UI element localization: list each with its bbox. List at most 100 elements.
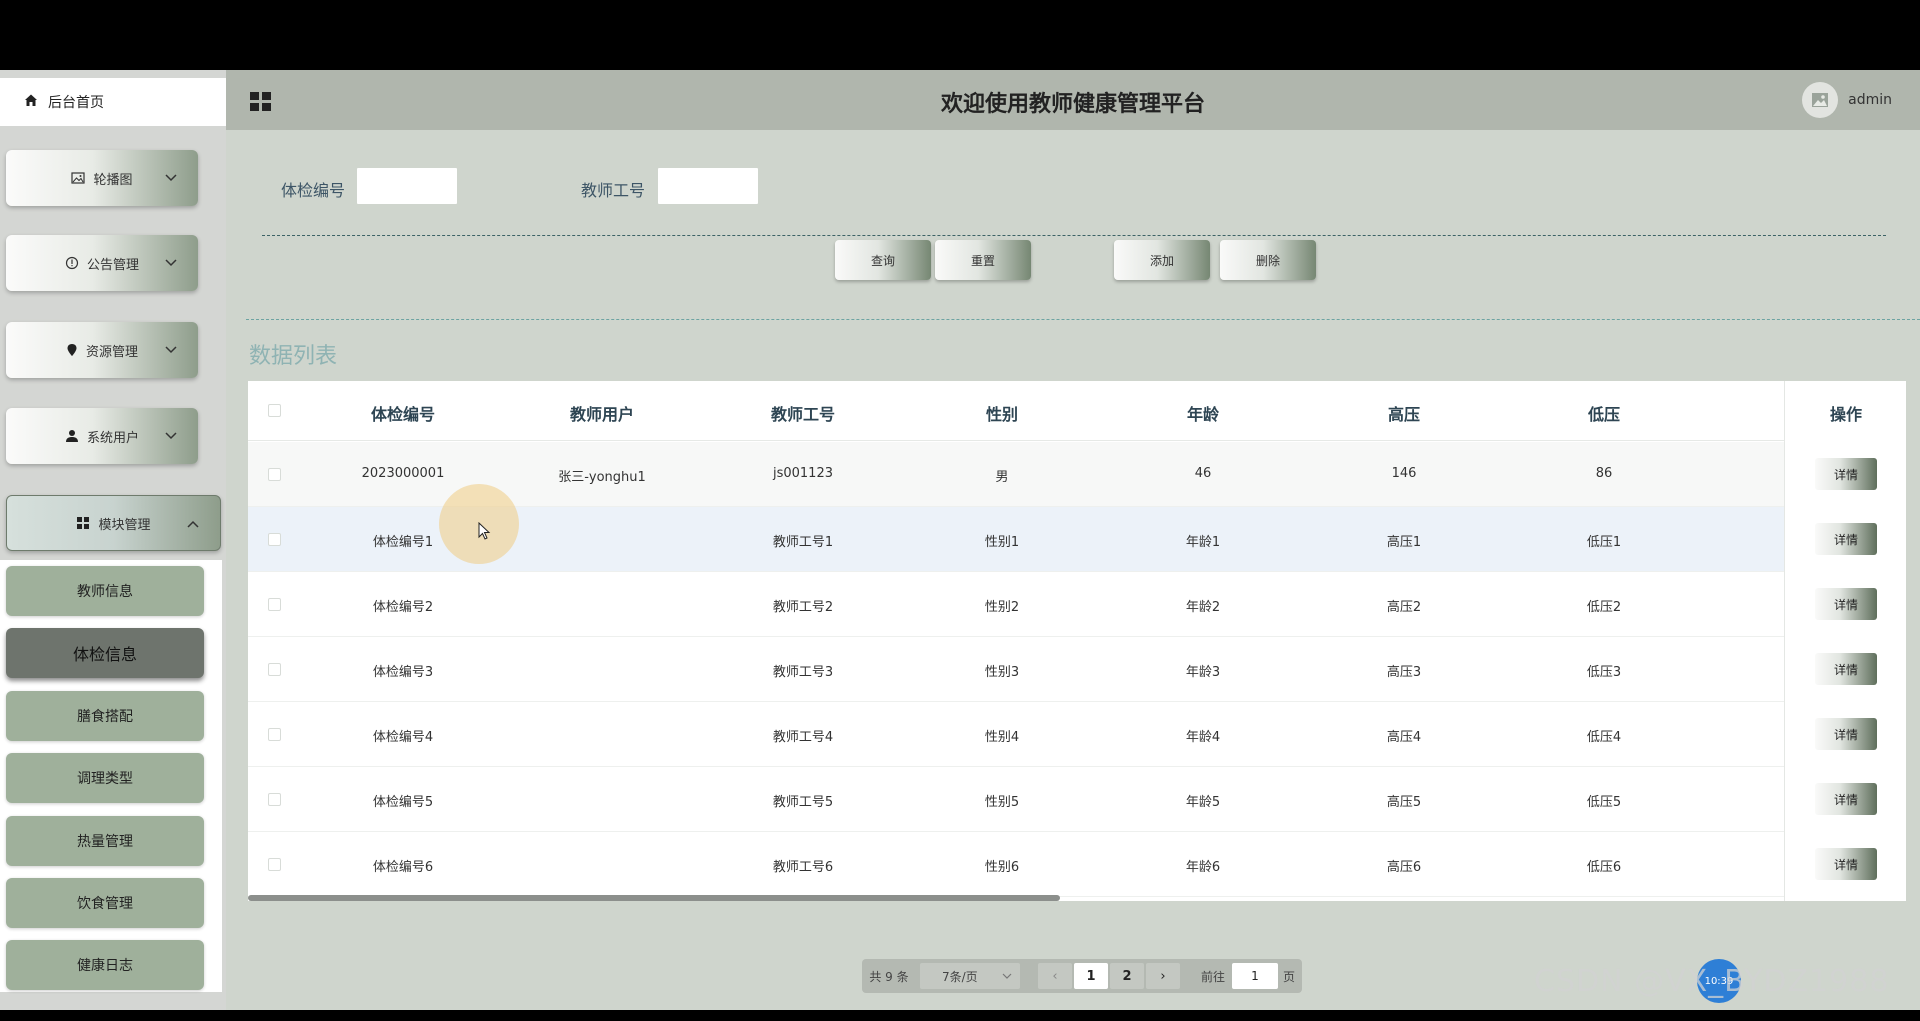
row-checkbox[interactable] [268, 793, 281, 806]
detail-button[interactable]: 详情 [1815, 718, 1877, 750]
mouse-pointer-icon [478, 521, 492, 546]
next-page-button[interactable]: › [1146, 963, 1180, 989]
table-cell: 2023000001 [361, 466, 445, 481]
detail-button[interactable]: 详情 [1815, 588, 1877, 620]
reset-button[interactable]: 重置 [935, 240, 1031, 280]
submenu-item-diet-management[interactable]: 饮食管理 [6, 878, 204, 928]
goto-page-input[interactable]: 1 [1232, 963, 1278, 989]
query-button[interactable]: 查询 [835, 240, 931, 280]
table-cell: 高压2 [1386, 600, 1422, 615]
table-cell: 低压3 [1586, 665, 1622, 680]
user-menu[interactable]: admin [1802, 82, 1892, 118]
delete-button[interactable]: 删除 [1220, 240, 1316, 280]
divider [246, 319, 1920, 320]
sidebar-home-label: 后台首页 [48, 95, 104, 111]
row-checkbox[interactable] [268, 663, 281, 676]
row-checkbox[interactable] [268, 533, 281, 546]
table-cell: 教师工号3 [772, 665, 834, 680]
table-row[interactable]: 体检编号5 教师工号5 性别5 年龄5 高压5 低压5 [248, 767, 1906, 832]
teacher-no-input[interactable] [657, 167, 759, 205]
exam-no-input[interactable] [356, 167, 458, 205]
submenu-item-physical-exam[interactable]: 体检信息 [6, 628, 204, 678]
chevron-up-icon [186, 518, 200, 533]
table-cell: 86 [1595, 466, 1613, 481]
table-cell: 年龄4 [1185, 730, 1221, 745]
chevron-down-icon [164, 172, 178, 187]
info-icon [65, 256, 79, 270]
table-row[interactable]: 体检编号2 教师工号2 性别2 年龄2 高压2 低压2 [248, 572, 1906, 637]
submenu-item-diet-pairing[interactable]: 膳食搭配 [6, 691, 204, 741]
table-cell: 高压4 [1386, 730, 1422, 745]
table-cell: 低压5 [1586, 795, 1622, 810]
row-checkbox[interactable] [268, 468, 281, 481]
menu-resources[interactable]: 资源管理 [6, 322, 198, 378]
table-cell: 年龄1 [1185, 535, 1221, 550]
column-header[interactable]: 高压 [1324, 401, 1484, 425]
table-cell: 性别6 [984, 860, 1020, 875]
main-content: 体检编号 教师工号 查询 重置 添加 删除 数据列表 体检编号 教师用户 教师工… [226, 130, 1920, 1010]
column-header[interactable]: 低压 [1524, 401, 1684, 425]
table-row[interactable]: 体检编号6 教师工号6 性别6 年龄6 高压6 低压6 [248, 832, 1906, 897]
menu-label: 模块管理 [98, 517, 151, 533]
header: 欢迎使用教师健康管理平台 admin [226, 70, 1920, 130]
menu-carousel[interactable]: 轮播图 [6, 150, 198, 206]
total-count: 共 9 条 [869, 969, 909, 984]
exam-no-label: 体检编号 [281, 181, 346, 200]
prev-page-button[interactable]: ‹ [1038, 963, 1072, 989]
submenu-item-calories[interactable]: 热量管理 [6, 816, 204, 866]
page-size-value: 7条/页 [942, 969, 978, 984]
table-cell: 46 [1194, 466, 1212, 481]
add-button[interactable]: 添加 [1114, 240, 1210, 280]
chevron-down-icon [164, 344, 178, 359]
divider [262, 235, 1886, 236]
page-suffix: 页 [1282, 969, 1295, 984]
table-cell: 146 [1391, 466, 1417, 481]
menu-notice[interactable]: 公告管理 [6, 235, 198, 291]
page-1-button[interactable]: 1 [1074, 963, 1108, 989]
column-header[interactable]: 体检编号 [323, 401, 483, 425]
select-all-checkbox[interactable] [268, 404, 281, 417]
table-cell: 高压1 [1386, 535, 1422, 550]
goto-label: 前往 [1200, 969, 1225, 984]
table-row[interactable]: 体检编号3 教师工号3 性别3 年龄3 高压3 低压3 [248, 637, 1906, 702]
column-header[interactable]: 教师用户 [522, 401, 682, 425]
table-cell: 性别4 [984, 730, 1020, 745]
chevron-down-icon [1002, 973, 1012, 979]
menu-label: 公告管理 [86, 257, 139, 273]
submenu: 教师信息 体检信息 膳食搭配 调理类型 热量管理 饮食管理 健康日志 [0, 560, 222, 992]
table-cell: 年龄6 [1185, 860, 1221, 875]
submenu-item-conditioning-type[interactable]: 调理类型 [6, 753, 204, 803]
chevron-down-icon [164, 257, 178, 272]
page-size-select[interactable]: 7条/页 [920, 963, 1020, 989]
row-checkbox[interactable] [268, 598, 281, 611]
home-icon [24, 93, 48, 111]
row-checkbox[interactable] [268, 728, 281, 741]
sidebar: 后台首页 轮播图 公告管理 资源管理 系统用户 模块管理 教师信息 体检信息 膳… [0, 70, 226, 1010]
table-row[interactable]: 体检编号4 教师工号4 性别4 年龄4 高压4 低压4 [248, 702, 1906, 767]
table-cell: 年龄2 [1185, 600, 1221, 615]
table-cell: 性别1 [984, 535, 1020, 550]
menu-system-users[interactable]: 系统用户 [6, 408, 198, 464]
detail-button[interactable]: 详情 [1815, 848, 1877, 880]
submenu-item-teachers[interactable]: 教师信息 [6, 566, 204, 616]
page-2-button[interactable]: 2 [1110, 963, 1144, 989]
table-cell: 体检编号5 [372, 795, 434, 810]
detail-button[interactable]: 详情 [1815, 653, 1877, 685]
user-icon [65, 429, 79, 443]
table-cell: 体检编号6 [372, 860, 434, 875]
table-cell: 低压4 [1586, 730, 1622, 745]
detail-button[interactable]: 详情 [1815, 783, 1877, 815]
sidebar-home[interactable]: 后台首页 [0, 78, 226, 126]
menu-modules[interactable]: 模块管理 [6, 495, 221, 551]
submenu-item-health-log[interactable]: 健康日志 [6, 940, 204, 990]
column-header[interactable]: 教师工号 [723, 401, 883, 425]
horizontal-scrollbar[interactable] [248, 895, 1060, 901]
row-checkbox[interactable] [268, 858, 281, 871]
username: admin [1848, 92, 1892, 108]
table-cell: 低压2 [1586, 600, 1622, 615]
column-header[interactable]: 年龄 [1123, 401, 1283, 425]
column-header: 操作 [1829, 405, 1862, 424]
detail-button[interactable]: 详情 [1815, 523, 1877, 555]
column-header[interactable]: 性别 [922, 401, 1082, 425]
detail-button[interactable]: 详情 [1815, 458, 1877, 490]
